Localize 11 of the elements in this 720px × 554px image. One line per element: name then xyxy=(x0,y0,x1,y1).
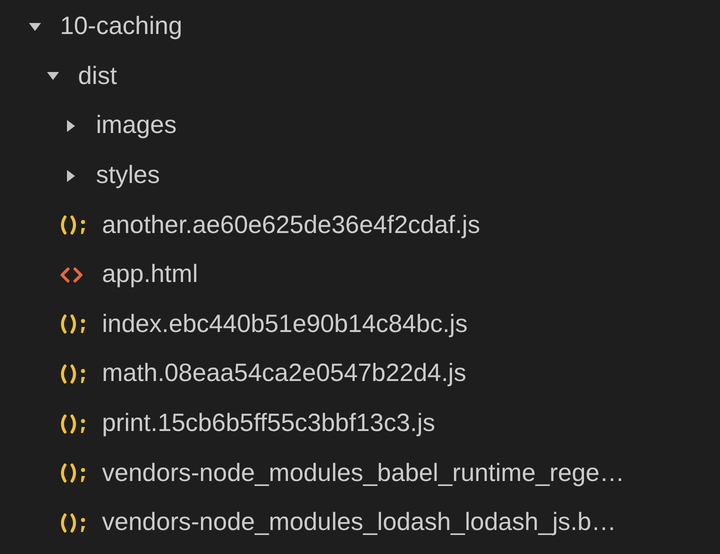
file-name[interactable]: vendors-node_modules_lodash_lodash_js.b… xyxy=(102,508,616,538)
folder-name[interactable]: 10-caching xyxy=(60,12,182,42)
file-name[interactable]: print.15cb6b5ff55c3bbf13c3.js xyxy=(102,409,436,438)
file-name[interactable]: vendors-node_modules_babel_runtime_rege… xyxy=(102,458,625,488)
file-name[interactable]: index.ebc440b51e90b14c84bc.js xyxy=(102,310,468,339)
file-name[interactable]: another.ae60e625de36e4f2cdaf.js xyxy=(102,210,480,240)
folder-name[interactable]: dist xyxy=(78,62,117,91)
file-name[interactable]: app.html xyxy=(102,260,198,290)
file-name[interactable]: math.08eaa54ca2e0547b22d4.js xyxy=(102,359,466,388)
folder-name[interactable]: styles xyxy=(96,161,160,190)
folder-name[interactable]: images xyxy=(96,111,177,140)
